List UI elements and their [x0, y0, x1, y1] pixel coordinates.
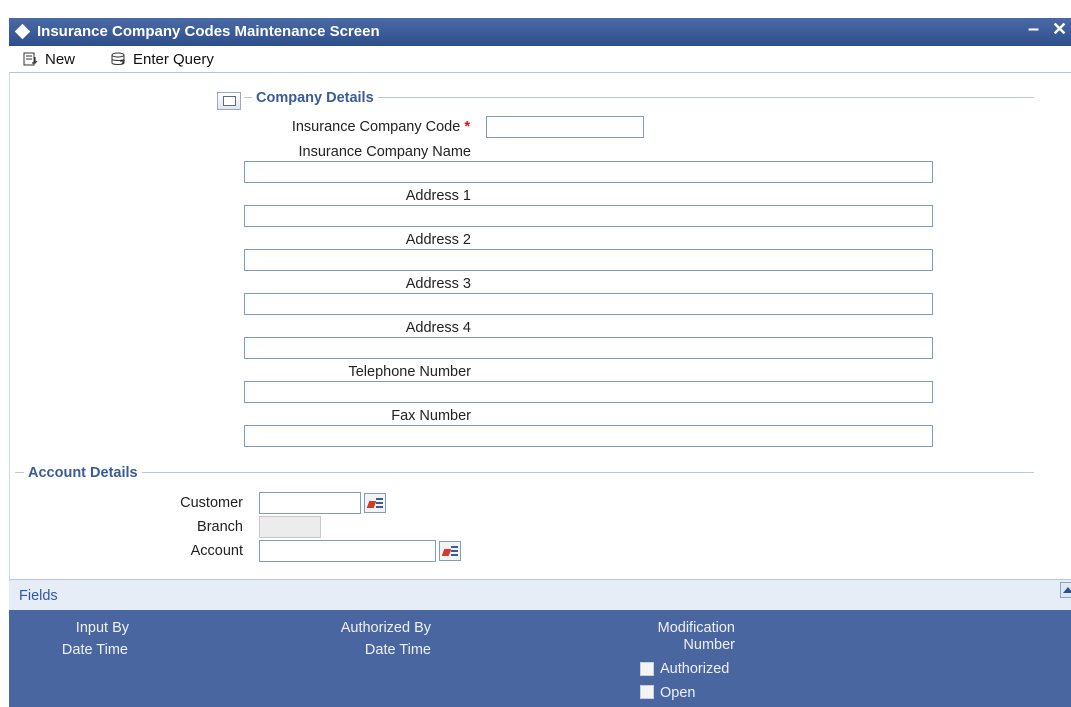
address-1-input[interactable]	[244, 205, 933, 227]
telephone-number-label: Telephone Number	[348, 364, 471, 380]
minimize-button[interactable]: –	[1028, 18, 1039, 41]
input-date-time-label: Date Time	[61, 642, 128, 658]
customer-input[interactable]	[259, 492, 361, 514]
branch-label: Branch	[197, 519, 243, 535]
new-button-label: New	[45, 50, 76, 68]
open-checkbox-label: Open	[660, 685, 696, 701]
auth-date-time-label: Date Time	[364, 642, 431, 658]
insurance-company-code-label-text: Insurance Company Code	[291, 119, 461, 135]
main-form: Company Details Insurance Company Code *…	[9, 73, 1071, 579]
lov-list-icon	[451, 546, 458, 557]
lov-arrow-icon	[441, 549, 452, 556]
customer-label: Customer	[180, 495, 243, 511]
address-1-label: Address 1	[405, 188, 471, 204]
address-3-input[interactable]	[244, 293, 933, 315]
account-label: Account	[190, 543, 243, 559]
insurance-company-name-input[interactable]	[244, 161, 933, 183]
database-query-icon	[111, 52, 126, 65]
account-details-divider	[15, 472, 1034, 473]
fields-bar: Fields	[9, 579, 1071, 611]
toolbar: New Enter Query	[9, 46, 1071, 73]
open-checkbox[interactable]	[640, 685, 654, 699]
insurance-company-code-input[interactable]	[486, 116, 644, 138]
modification-number-label: Number	[683, 637, 735, 653]
telephone-number-input[interactable]	[244, 381, 933, 403]
lov-list-icon	[376, 498, 383, 509]
address-4-label: Address 4	[405, 320, 471, 336]
fax-number-input[interactable]	[244, 425, 933, 447]
enter-query-label: Enter Query	[133, 50, 214, 68]
required-marker: *	[464, 119, 470, 135]
insurance-company-name-label: Insurance Company Name	[298, 144, 471, 160]
window-title: Insurance Company Codes Maintenance Scre…	[37, 23, 380, 40]
input-by-label: Input By	[75, 620, 129, 636]
authorized-by-label: Authorized By	[340, 620, 431, 636]
address-3-label: Address 3	[405, 276, 471, 292]
account-input[interactable]	[259, 540, 436, 562]
fields-link[interactable]: Fields	[19, 588, 58, 604]
address-2-label: Address 2	[405, 232, 471, 248]
fax-number-label: Fax Number	[391, 408, 471, 424]
address-4-input[interactable]	[244, 337, 933, 359]
app-diamond-icon	[14, 23, 31, 40]
audit-panel: Input By Date Time Authorized By Date Ti…	[9, 610, 1071, 707]
new-button[interactable]: New	[23, 49, 75, 69]
authorized-checkbox[interactable]	[640, 662, 654, 676]
lov-arrow-icon	[366, 501, 377, 508]
close-button[interactable]: ✕	[1052, 19, 1067, 40]
branch-input	[259, 516, 321, 538]
section-collapse-icon[interactable]	[217, 92, 241, 110]
address-2-input[interactable]	[244, 249, 933, 271]
scroll-up-icon[interactable]	[1060, 582, 1071, 598]
account-lov-button[interactable]	[439, 541, 461, 561]
account-details-title: Account Details	[24, 465, 142, 481]
window-title-bar: Insurance Company Codes Maintenance Scre…	[9, 18, 1071, 46]
customer-lov-button[interactable]	[364, 493, 386, 513]
modification-label: Modification	[657, 620, 735, 636]
new-document-icon	[23, 52, 38, 66]
insurance-company-code-label: Insurance Company Code *	[210, 119, 470, 135]
company-details-title: Company Details	[252, 90, 378, 106]
enter-query-button[interactable]: Enter Query	[111, 49, 214, 69]
authorized-checkbox-label: Authorized	[660, 661, 730, 677]
